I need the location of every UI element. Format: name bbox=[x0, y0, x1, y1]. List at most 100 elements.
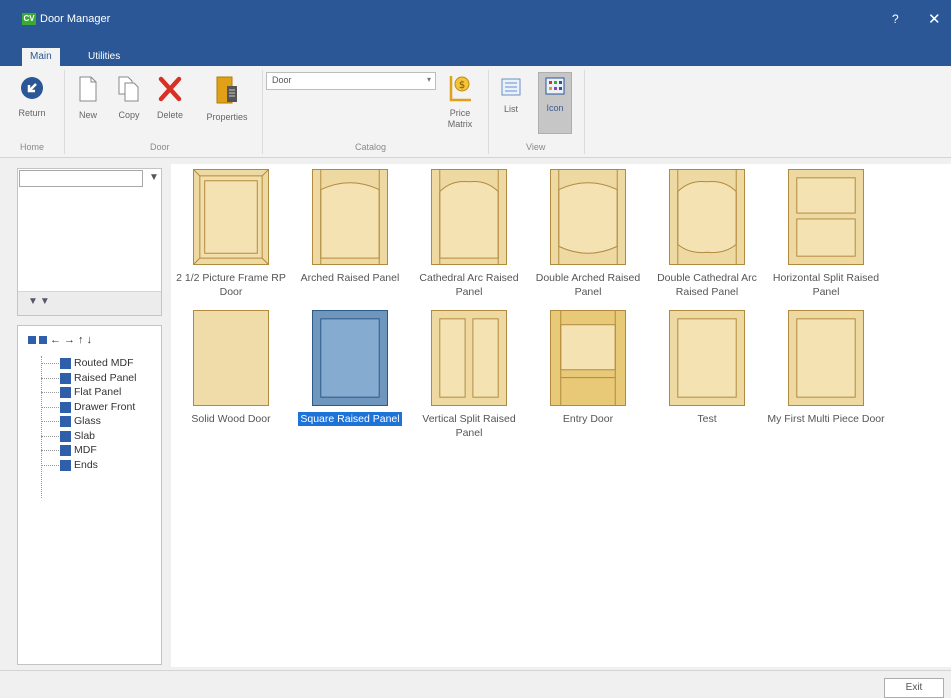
category-tree: Routed MDF Raised Panel Flat Panel Drawe… bbox=[36, 356, 136, 498]
door-thumbnail bbox=[788, 310, 864, 406]
tree-item-label: Slab bbox=[74, 429, 96, 442]
folder-icon bbox=[60, 401, 71, 413]
door-thumbnail bbox=[431, 310, 507, 406]
door-label: Square Raised Panel bbox=[298, 412, 402, 426]
exit-button[interactable]: Exit bbox=[884, 678, 944, 698]
delete-label: Delete bbox=[156, 110, 183, 120]
arrow-right-icon[interactable]: → bbox=[64, 334, 78, 346]
list-view-label: List bbox=[503, 104, 518, 114]
tree-item-label: Drawer Front bbox=[74, 400, 136, 413]
door-item[interactable]: 2 1/2 Picture Frame RP Door bbox=[171, 169, 291, 319]
new-button[interactable]: New bbox=[72, 76, 104, 120]
filter-input[interactable] bbox=[19, 170, 143, 187]
door-thumbnail bbox=[312, 310, 388, 406]
door-item[interactable]: Solid Wood Door bbox=[171, 310, 291, 460]
door-label: Double Arched Raised Panel bbox=[535, 272, 641, 298]
folder-icon bbox=[60, 387, 71, 398]
arrow-left-icon[interactable]: ← bbox=[50, 334, 64, 346]
clear-filter-icon[interactable]: ▼ bbox=[40, 296, 52, 307]
icon-view-icon bbox=[545, 77, 565, 95]
door-label: 2 1/2 Picture Frame RP Door bbox=[176, 272, 286, 298]
tree-item[interactable]: Ends bbox=[36, 458, 136, 473]
door-thumbnail bbox=[550, 169, 626, 265]
group-label-door: Door bbox=[150, 142, 170, 152]
folder-icon bbox=[60, 416, 71, 427]
arrow-down-icon[interactable]: ↓ bbox=[87, 334, 96, 346]
door-item[interactable]: Entry Door bbox=[528, 310, 648, 460]
folder-icon bbox=[60, 445, 71, 456]
door-label: Test bbox=[697, 413, 717, 425]
tree-item-label: Flat Panel bbox=[74, 386, 122, 398]
door-item[interactable]: Test bbox=[647, 310, 767, 460]
door-item[interactable]: Cathedral Arc Raised Panel bbox=[409, 169, 529, 319]
price-matrix-button[interactable]: $ Price Matrix bbox=[440, 74, 480, 130]
chevron-down-icon: ▾ bbox=[426, 75, 431, 84]
tree-item-label: Raised Panel bbox=[74, 371, 137, 384]
tree-item[interactable]: Raised Panel bbox=[36, 371, 136, 386]
delete-icon bbox=[158, 76, 182, 102]
delete-button[interactable]: Delete bbox=[152, 76, 188, 120]
collapse-all-icon[interactable] bbox=[39, 336, 47, 345]
arrow-up-icon[interactable]: ↑ bbox=[78, 334, 87, 346]
filter-icon[interactable]: ▼ bbox=[149, 172, 159, 183]
icon-view-label: Icon bbox=[546, 103, 564, 113]
category-tree-panel: ←→↑↓ Routed MDF Raised Panel Flat Panel … bbox=[17, 325, 162, 665]
new-document-icon bbox=[79, 76, 97, 102]
tree-item[interactable]: Drawer Front bbox=[36, 400, 136, 415]
door-label: Horizontal Split Raised Panel bbox=[772, 272, 880, 298]
group-label-catalog: Catalog bbox=[355, 142, 387, 152]
tree-item[interactable]: Slab bbox=[36, 429, 136, 444]
new-label: New bbox=[78, 110, 97, 120]
tab-main[interactable]: Main bbox=[22, 48, 60, 66]
door-thumbnail bbox=[312, 169, 388, 265]
door-label: Arched Raised Panel bbox=[300, 272, 400, 284]
expand-all-icon[interactable] bbox=[28, 336, 36, 345]
copy-label: Copy bbox=[118, 110, 140, 120]
close-button[interactable]: ✕ bbox=[928, 10, 941, 28]
door-item[interactable]: Double Cathedral Arc Raised Panel bbox=[647, 169, 767, 319]
svg-text:$: $ bbox=[459, 80, 465, 91]
filter-toolbar: ▼▼ bbox=[18, 291, 161, 315]
tree-item[interactable]: MDF bbox=[36, 443, 136, 458]
status-bar: Exit bbox=[0, 670, 951, 698]
door-item[interactable]: Arched Raised Panel bbox=[290, 169, 410, 319]
tree-item[interactable]: Routed MDF bbox=[36, 356, 136, 371]
folder-icon bbox=[60, 372, 71, 384]
door-item[interactable]: Vertical Split Raised Panel bbox=[409, 310, 529, 460]
copy-button[interactable]: Copy bbox=[112, 76, 146, 120]
tree-item-label: Glass bbox=[74, 415, 101, 427]
group-label-home: Home bbox=[20, 142, 45, 152]
return-button[interactable]: Return bbox=[14, 76, 50, 118]
help-button[interactable]: ? bbox=[892, 12, 899, 26]
catalog-select[interactable]: Door ▾ bbox=[266, 72, 436, 90]
door-item-selected[interactable]: Square Raised Panel bbox=[290, 310, 410, 460]
door-thumbnail bbox=[431, 169, 507, 265]
door-label: Double Cathedral Arc Raised Panel bbox=[657, 272, 757, 298]
apply-filter-icon[interactable]: ▼ bbox=[28, 296, 40, 307]
tree-item-label: MDF bbox=[74, 444, 97, 456]
folder-icon bbox=[60, 459, 71, 471]
door-item[interactable]: Horizontal Split Raised Panel bbox=[766, 169, 886, 319]
separator bbox=[584, 70, 585, 154]
door-thumbnail bbox=[193, 169, 269, 265]
return-icon bbox=[21, 77, 43, 99]
list-view-icon bbox=[501, 78, 521, 96]
icon-view-button[interactable]: Icon bbox=[538, 72, 572, 134]
door-label: Cathedral Arc Raised Panel bbox=[419, 272, 519, 298]
group-label-view: View bbox=[526, 142, 546, 152]
door-label: Solid Wood Door bbox=[191, 413, 271, 425]
door-gallery: 2 1/2 Picture Frame RP Door Arched Raise… bbox=[171, 164, 951, 667]
separator bbox=[64, 70, 65, 154]
filter-panel: ▼ ▼▼ bbox=[17, 168, 162, 316]
door-thumbnail bbox=[788, 169, 864, 265]
list-view-button[interactable]: List bbox=[496, 74, 526, 136]
properties-label: Properties bbox=[206, 112, 248, 122]
tree-item[interactable]: Glass bbox=[36, 414, 136, 429]
price-matrix-icon: $ bbox=[449, 76, 471, 102]
door-item[interactable]: My First Multi Piece Door bbox=[766, 310, 886, 460]
properties-button[interactable]: Properties bbox=[198, 76, 256, 122]
tab-utilities[interactable]: Utilities bbox=[80, 48, 128, 66]
door-item[interactable]: Double Arched Raised Panel bbox=[528, 169, 648, 319]
tree-item-label: Routed MDF bbox=[74, 357, 134, 369]
tree-item[interactable]: Flat Panel bbox=[36, 385, 136, 400]
